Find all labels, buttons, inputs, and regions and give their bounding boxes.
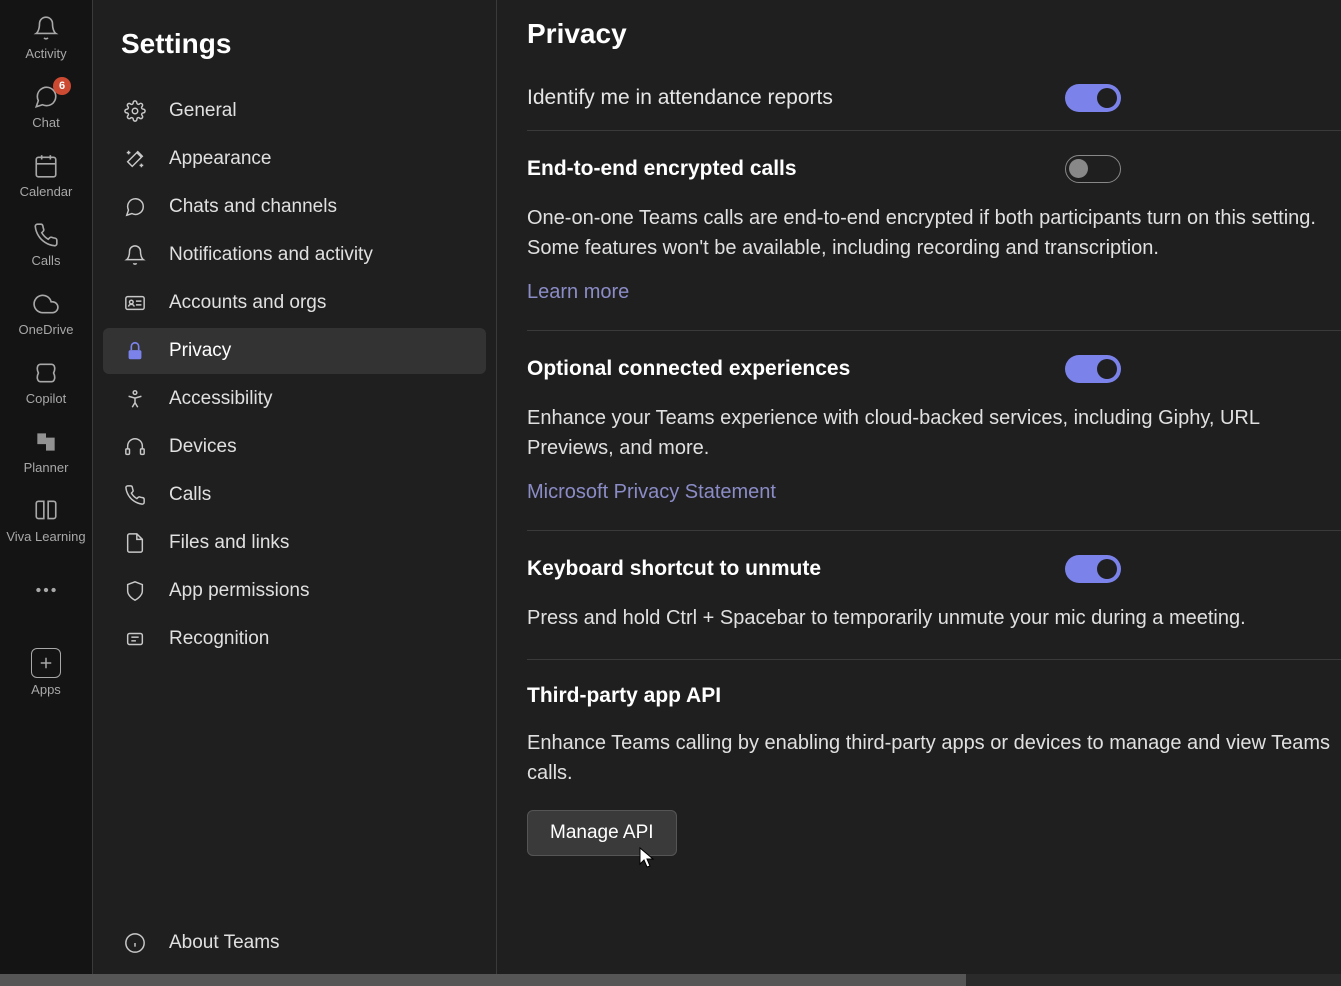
wand-icon [123,147,147,171]
info-icon [123,931,147,955]
thirdparty-desc: Enhance Teams calling by enabling third-… [527,728,1341,788]
rail-calls[interactable]: Calls [0,211,92,280]
nav-label: Accounts and orgs [169,292,326,314]
horizontal-scrollbar[interactable] [0,974,1341,986]
chat-badge: 6 [53,77,71,95]
rail-calendar[interactable]: Calendar [0,142,92,211]
connected-desc: Enhance your Teams experience with cloud… [527,403,1341,463]
keyboard-heading: Keyboard shortcut to unmute [527,557,821,581]
nav-privacy[interactable]: Privacy [103,328,486,374]
keyboard-section: Keyboard shortcut to unmute Press and ho… [527,531,1341,660]
privacy-statement-link[interactable]: Microsoft Privacy Statement [527,481,776,504]
shield-icon [123,579,147,603]
scrollbar-thumb[interactable] [0,974,966,986]
rail-calls-label: Calls [32,253,61,268]
recognition-icon [123,627,147,651]
nav-about-label: About Teams [169,932,280,954]
attendance-toggle[interactable] [1065,84,1121,112]
rail-calendar-label: Calendar [20,184,73,199]
manage-api-button[interactable]: Manage API [527,810,677,856]
e2e-learn-more-link[interactable]: Learn more [527,281,629,304]
file-icon [123,531,147,555]
bell-icon [32,14,60,42]
rail-more[interactable] [0,566,92,620]
bell-icon [123,243,147,267]
nav-files[interactable]: Files and links [103,520,486,566]
nav-label: Files and links [169,532,289,554]
rail-onedrive[interactable]: OneDrive [0,280,92,349]
planner-icon [32,428,60,456]
thirdparty-heading: Third-party app API [527,684,1341,708]
keyboard-toggle[interactable] [1065,555,1121,583]
rail-chat[interactable]: 6 Chat [0,73,92,142]
plus-icon [31,648,61,678]
rail-planner-label: Planner [24,460,69,475]
rail-viva-label: Viva Learning [6,529,85,544]
thirdparty-section: Third-party app API Enhance Teams callin… [527,660,1341,882]
nav-label: Devices [169,436,237,458]
connected-section: Optional connected experiences Enhance y… [527,331,1341,531]
nav-accessibility[interactable]: Accessibility [103,376,486,422]
ellipsis-icon [32,576,60,604]
nav-label: App permissions [169,580,309,602]
e2e-section: End-to-end encrypted calls One-on-one Te… [527,131,1341,331]
nav-devices[interactable]: Devices [103,424,486,470]
rail-planner[interactable]: Planner [0,418,92,487]
e2e-toggle[interactable] [1065,155,1121,183]
phone-icon [32,221,60,249]
e2e-heading: End-to-end encrypted calls [527,157,797,181]
chat-icon [123,195,147,219]
rail-chat-label: Chat [32,115,59,130]
nav-label: Appearance [169,148,271,170]
nav-about[interactable]: About Teams [103,920,486,966]
rail-activity[interactable]: Activity [0,4,92,73]
accessibility-icon [123,387,147,411]
nav-label: Notifications and activity [169,244,373,266]
nav-general[interactable]: General [103,88,486,134]
attendance-section: Identify me in attendance reports [527,76,1341,131]
nav-label: Recognition [169,628,269,650]
keyboard-desc: Press and hold Ctrl + Spacebar to tempor… [527,603,1341,633]
attendance-label: Identify me in attendance reports [527,86,833,110]
rail-viva[interactable]: Viva Learning [0,487,92,556]
nav-calls-settings[interactable]: Calls [103,472,486,518]
main-content: Privacy Identify me in attendance report… [497,0,1341,986]
nav-label: Chats and channels [169,196,337,218]
settings-title: Settings [103,18,486,88]
id-card-icon [123,291,147,315]
nav-notifications[interactable]: Notifications and activity [103,232,486,278]
rail-apps-label: Apps [31,682,61,697]
nav-permissions[interactable]: App permissions [103,568,486,614]
nav-appearance[interactable]: Appearance [103,136,486,182]
nav-label: Accessibility [169,388,272,410]
cloud-icon [32,290,60,318]
lock-icon [123,339,147,363]
settings-nav: General Appearance Chats and channels No… [103,88,486,920]
rail-apps[interactable]: Apps [0,638,92,709]
page-title: Privacy [527,18,1341,76]
settings-sidebar: Settings General Appearance Chats and ch… [92,0,497,986]
nav-accounts[interactable]: Accounts and orgs [103,280,486,326]
connected-toggle[interactable] [1065,355,1121,383]
rail-copilot-label: Copilot [26,391,66,406]
connected-heading: Optional connected experiences [527,357,850,381]
calendar-icon [32,152,60,180]
headset-icon [123,435,147,459]
nav-chats[interactable]: Chats and channels [103,184,486,230]
copilot-icon [32,359,60,387]
e2e-desc: One-on-one Teams calls are end-to-end en… [527,203,1341,263]
nav-recognition[interactable]: Recognition [103,616,486,662]
phone-icon [123,483,147,507]
nav-label: Calls [169,484,211,506]
rail-onedrive-label: OneDrive [19,322,74,337]
nav-label: Privacy [169,340,231,362]
gear-icon [123,99,147,123]
app-rail: Activity 6 Chat Calendar Calls OneDrive … [0,0,92,986]
rail-activity-label: Activity [25,46,66,61]
chat-icon: 6 [32,83,60,111]
rail-copilot[interactable]: Copilot [0,349,92,418]
nav-label: General [169,100,237,122]
viva-icon [32,497,60,525]
